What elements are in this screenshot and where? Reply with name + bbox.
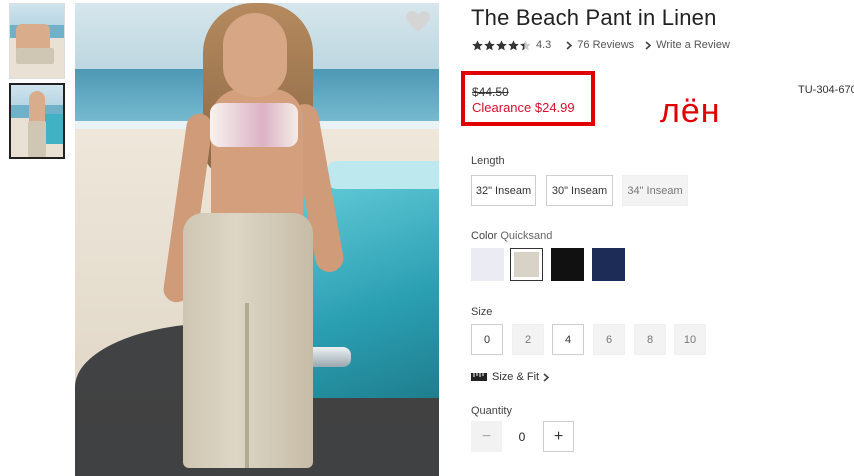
star-half-icon <box>520 39 531 50</box>
clearance-price: Clearance $24.99 <box>472 100 575 115</box>
thumbnail-1[interactable] <box>9 3 65 79</box>
reviews-link[interactable]: 76 Reviews <box>577 39 634 51</box>
price-highlight-box: $44.50 Clearance $24.99 <box>461 71 595 126</box>
size-option-8[interactable]: 8 <box>634 324 666 355</box>
chevron-right-icon <box>543 372 550 382</box>
size-option-2[interactable]: 2 <box>512 324 544 355</box>
length-label: Length <box>471 155 505 167</box>
size-option-10[interactable]: 10 <box>674 324 706 355</box>
size-option-4[interactable]: 4 <box>552 324 584 355</box>
ruler-icon <box>471 373 487 381</box>
color-label: Color Quicksand <box>471 230 552 242</box>
size-option-0[interactable]: 0 <box>471 324 503 355</box>
color-swatch-white[interactable] <box>471 248 504 281</box>
length-option-32[interactable]: 32" Inseam <box>471 175 536 206</box>
rating-row: 4.3 76 Reviews Write a Review <box>472 37 730 53</box>
overlay-annotation: лён <box>660 92 721 130</box>
quantity-value[interactable]: 0 <box>505 421 539 452</box>
color-swatch-navy[interactable] <box>592 248 625 281</box>
rating-value: 4.3 <box>536 39 552 51</box>
chevron-right-icon <box>645 40 652 50</box>
selected-color-name: Quicksand <box>500 230 553 242</box>
thumbnail-2[interactable] <box>9 83 65 159</box>
star-icon <box>496 39 507 50</box>
color-label-text: Color <box>471 230 498 242</box>
length-option-30[interactable]: 30" Inseam <box>546 175 613 206</box>
size-option-6[interactable]: 6 <box>593 324 625 355</box>
quantity-increase-button[interactable]: + <box>543 421 574 452</box>
heart-icon[interactable] <box>405 10 431 34</box>
star-icon <box>484 39 495 50</box>
length-option-34[interactable]: 34" Inseam <box>622 175 688 206</box>
chevron-right-icon <box>566 40 573 50</box>
color-swatch-black[interactable] <box>551 248 584 281</box>
star-icon <box>508 39 519 50</box>
star-icon <box>472 39 483 50</box>
write-review-link[interactable]: Write a Review <box>656 39 730 51</box>
original-price: $44.50 <box>472 85 509 99</box>
color-swatch-quicksand[interactable] <box>510 248 543 281</box>
product-sku: TU-304-670 <box>798 84 854 96</box>
main-product-image[interactable] <box>75 3 439 476</box>
size-fit-label: Size & Fit <box>492 371 540 383</box>
product-title: The Beach Pant in Linen <box>471 5 717 30</box>
rating-stars <box>472 39 531 51</box>
size-fit-link[interactable]: Size & Fit <box>471 370 550 384</box>
quantity-decrease-button[interactable]: − <box>471 421 502 452</box>
quantity-label: Quantity <box>471 405 512 417</box>
size-label: Size <box>471 306 493 318</box>
